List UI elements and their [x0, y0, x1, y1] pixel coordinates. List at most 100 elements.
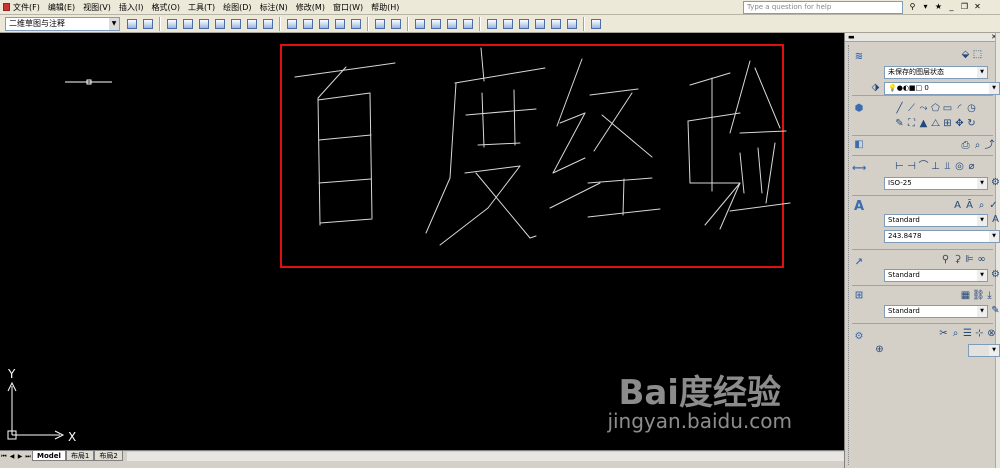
publish-icon[interactable]: ⤴	[984, 140, 995, 152]
menu-insert[interactable]: 插入(I)	[116, 0, 149, 15]
tab-model[interactable]: Model	[32, 451, 66, 461]
add-icon[interactable]: ⊕	[874, 344, 885, 356]
layer-manager-icon[interactable]: ⬚	[972, 49, 983, 61]
multileader-style-select[interactable]: Standard ▼	[884, 269, 988, 282]
workspace-select[interactable]: 二维草图与注释 ▼	[5, 16, 120, 31]
copy-button[interactable]	[301, 17, 315, 31]
close-icon[interactable]: ✕	[972, 1, 983, 13]
text-height-select[interactable]: 243.8478 ▼	[884, 230, 1000, 243]
first-tab-icon[interactable]: ⏮	[0, 452, 8, 461]
cut-button[interactable]	[285, 17, 299, 31]
calculator-button[interactable]	[565, 17, 579, 31]
region-icon[interactable]: ▲	[918, 118, 929, 130]
next-tab-icon[interactable]: ▶	[16, 452, 24, 461]
publish-button[interactable]	[245, 17, 259, 31]
remove-leader-icon[interactable]: ⚳	[952, 254, 963, 266]
paste-button[interactable]	[317, 17, 331, 31]
distance-icon[interactable]: ✂	[938, 328, 949, 340]
properties-button[interactable]	[485, 17, 499, 31]
menu-file[interactable]: 文件(F)	[0, 0, 45, 15]
tab-layout1[interactable]: 布局1	[65, 451, 95, 461]
diameter-icon[interactable]: ⌀	[966, 161, 977, 173]
dim-style-select[interactable]: ISO-25 ▼	[884, 177, 988, 190]
linear-dim-icon[interactable]: ⊢	[894, 161, 905, 173]
zoom-realtime-button[interactable]	[429, 17, 443, 31]
help-search-input[interactable]: Type a question for help	[743, 1, 903, 14]
layer-state-select[interactable]: 未保存的图层状态 ▼	[884, 66, 988, 79]
area-icon[interactable]: ⌕	[950, 328, 961, 340]
ordinate-icon[interactable]: ⊥	[930, 161, 941, 173]
zoom-previous-button[interactable]	[461, 17, 475, 31]
panel-scrollbar[interactable]	[995, 33, 1000, 468]
multileader-style-icon[interactable]: ⚙	[990, 269, 1000, 281]
rectangle-icon[interactable]: ▭	[942, 103, 953, 115]
minimize-icon[interactable]: _	[946, 1, 957, 13]
pan-button[interactable]	[413, 17, 427, 31]
app-icon[interactable]	[3, 3, 10, 11]
block-editor-button[interactable]	[349, 17, 363, 31]
markup-button[interactable]	[549, 17, 563, 31]
menu-window[interactable]: 窗口(W)	[330, 0, 368, 15]
baseline-icon[interactable]: ⫫	[942, 161, 953, 173]
workspace-save-button[interactable]	[141, 17, 155, 31]
mass-props-icon[interactable]: ⊗	[986, 328, 997, 340]
new-button[interactable]	[165, 17, 179, 31]
rotate-icon[interactable]: ↻	[966, 118, 977, 130]
table-style-select[interactable]: Standard ▼	[884, 305, 988, 318]
array-icon[interactable]: ⊞	[942, 118, 953, 130]
spell-check-icon[interactable]: ✓	[988, 200, 999, 212]
horizontal-scrollbar[interactable]	[126, 451, 844, 461]
find-text-icon[interactable]: ⌕	[976, 200, 987, 212]
mtext-icon[interactable]: A	[952, 200, 963, 212]
sheet-set-button[interactable]	[533, 17, 547, 31]
search-icon[interactable]: ⚲	[907, 1, 918, 13]
infocenter-icon[interactable]: ★	[933, 1, 944, 13]
insert-table-icon[interactable]: ▦	[960, 290, 971, 302]
text-style-select[interactable]: Standard ▼	[884, 214, 988, 227]
help-button[interactable]	[589, 17, 603, 31]
dtext-icon[interactable]: Ā	[964, 200, 975, 212]
menu-tools[interactable]: 工具(T)	[185, 0, 220, 15]
layer-states-icon[interactable]: ⬙	[960, 49, 971, 61]
menu-help[interactable]: 帮助(H)	[368, 0, 404, 15]
circle-icon[interactable]: ◷	[966, 103, 977, 115]
arc-icon[interactable]: ◜	[954, 103, 965, 115]
menu-view[interactable]: 视图(V)	[80, 0, 116, 15]
tab-layout2[interactable]: 布局2	[94, 451, 123, 461]
line-icon[interactable]: ╱	[894, 103, 905, 115]
preview-button[interactable]	[229, 17, 243, 31]
zoom-window-button[interactable]	[445, 17, 459, 31]
plot-preview-icon[interactable]: ⌕	[972, 140, 983, 152]
dim-style-icon[interactable]: ⚙	[990, 177, 1000, 189]
inquiry-select[interactable]: ▼	[968, 344, 1000, 357]
polygon-icon[interactable]: ⬠	[930, 103, 941, 115]
text-style-icon[interactable]: A	[990, 214, 1000, 226]
3d-dwf-button[interactable]	[261, 17, 275, 31]
table-export-icon[interactable]: ⤓	[984, 290, 995, 302]
design-center-button[interactable]	[501, 17, 515, 31]
add-leader-icon[interactable]: ⚲	[940, 254, 951, 266]
radius-icon[interactable]: ◎	[954, 161, 965, 173]
plot-button[interactable]	[213, 17, 227, 31]
hatch-icon[interactable]: ⛶	[906, 118, 917, 130]
align-leader-icon[interactable]: ⊫	[964, 254, 975, 266]
layer-select[interactable]: 💡●◐■□ 0 ▼	[884, 82, 1000, 95]
layer-previous-icon[interactable]: ⬗	[870, 82, 881, 94]
undo-button[interactable]	[373, 17, 387, 31]
menu-dimension[interactable]: 标注(N)	[257, 0, 293, 15]
plot-icon[interactable]: ⎙	[960, 140, 971, 152]
prev-tab-icon[interactable]: ◀	[8, 452, 16, 461]
redo-button[interactable]	[389, 17, 403, 31]
ray-icon[interactable]: ⟋	[906, 103, 917, 115]
polyline-icon[interactable]: ⤳	[918, 103, 929, 115]
table-style-icon[interactable]: ✎	[990, 305, 1000, 317]
list-icon[interactable]: ☰	[962, 328, 973, 340]
collect-leader-icon[interactable]: ∞	[976, 254, 987, 266]
erase-icon[interactable]: ✎	[894, 118, 905, 130]
mirror-icon[interactable]: ⧍	[930, 118, 941, 130]
save-button[interactable]	[197, 17, 211, 31]
last-tab-icon[interactable]: ⏭	[24, 452, 32, 461]
match-properties-button[interactable]	[333, 17, 347, 31]
move-icon[interactable]: ✥	[954, 118, 965, 130]
menu-draw[interactable]: 绘图(D)	[220, 0, 256, 15]
